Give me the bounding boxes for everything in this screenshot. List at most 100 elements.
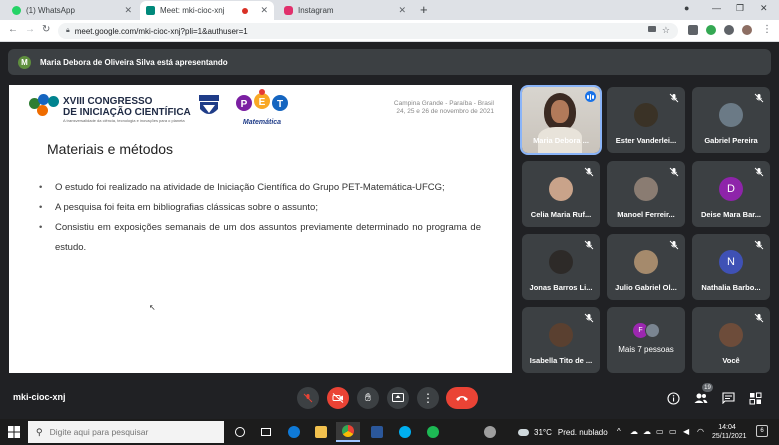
extension-icon[interactable] bbox=[706, 25, 716, 35]
more-options-button[interactable]: ⋮ bbox=[417, 387, 439, 409]
menu-dots-icon: ⋮ bbox=[422, 391, 434, 405]
slide-bullet: O estudo foi realizado na atividade de I… bbox=[39, 178, 481, 198]
mic-off-icon bbox=[584, 313, 594, 323]
participant-tile[interactable]: Julio Gabriel Ol... bbox=[607, 234, 685, 300]
avatar bbox=[634, 177, 658, 201]
mic-toggle-button[interactable] bbox=[297, 387, 319, 409]
cortana-button[interactable] bbox=[228, 422, 252, 442]
taskbar-app-spotify[interactable] bbox=[421, 422, 445, 442]
taskbar-app-word[interactable] bbox=[365, 422, 389, 442]
close-icon[interactable]: ✕ bbox=[124, 5, 132, 16]
participant-tile[interactable]: Gabriel Pereira bbox=[692, 87, 770, 153]
chrome-icon bbox=[342, 425, 354, 437]
new-tab-button[interactable]: + bbox=[420, 2, 428, 17]
participant-name: Gabriel Pereira bbox=[704, 136, 758, 145]
meeting-code: mki-cioc-xnj bbox=[13, 392, 66, 402]
avatar bbox=[719, 323, 743, 347]
minimize-button[interactable]: — bbox=[712, 3, 721, 13]
search-icon: ⚲ bbox=[36, 426, 43, 437]
tab-whatsapp[interactable]: (1) WhatsApp ✕ bbox=[6, 1, 138, 20]
activities-button[interactable] bbox=[747, 390, 763, 406]
puzzle-icon[interactable] bbox=[724, 25, 734, 35]
self-tile[interactable]: Você bbox=[692, 307, 770, 373]
taskbar-app-chrome[interactable] bbox=[336, 422, 360, 442]
more-participants-tile[interactable]: F Mais 7 pessoas bbox=[607, 307, 685, 373]
more-participants-label: Mais 7 pessoas bbox=[618, 345, 674, 354]
folder-icon bbox=[315, 426, 327, 438]
forward-button[interactable]: → bbox=[25, 24, 35, 35]
task-view-icon bbox=[261, 428, 271, 436]
notification-center-button[interactable]: 6 bbox=[756, 425, 768, 437]
participant-tile[interactable]: Jonas Barros Li... bbox=[522, 234, 600, 300]
participant-tile[interactable]: Isabella Tito de ... bbox=[522, 307, 600, 373]
url-bar[interactable]: 🔒︎ meet.google.com/mki-cioc-xnj?pli=1&au… bbox=[58, 23, 678, 39]
network-icon[interactable]: ▭ bbox=[656, 427, 664, 436]
search-input[interactable] bbox=[49, 427, 210, 437]
people-button[interactable] bbox=[693, 390, 709, 406]
windows-start-icon[interactable] bbox=[8, 426, 20, 438]
reload-button[interactable]: ↻ bbox=[42, 24, 50, 35]
taskbar-app-avatar[interactable] bbox=[478, 422, 502, 442]
chevron-up-icon[interactable]: ^ bbox=[617, 427, 621, 436]
windows-taskbar: ⚲ 31°C Pred. nublado ^ ☁ ☁ ▭ ▭ ◀︎ ◠ 14:0… bbox=[0, 419, 779, 445]
congress-subtitle: A transversalidade da ciência, tecnologi… bbox=[63, 118, 185, 123]
participant-name: Você bbox=[722, 356, 740, 365]
tab-search-icon[interactable]: ● bbox=[684, 3, 689, 13]
maximize-button[interactable]: ❐ bbox=[736, 3, 744, 14]
presenter-banner: M Maria Debora de Oliveira Silva está ap… bbox=[8, 49, 771, 75]
taskbar-app-explorer[interactable] bbox=[309, 422, 333, 442]
taskbar-app-edge[interactable] bbox=[282, 422, 306, 442]
present-icon bbox=[392, 393, 404, 402]
raise-hand-button[interactable]: ✋︎ bbox=[357, 387, 379, 409]
event-info: Campina Grande - Paraíba - Brasil 24, 25… bbox=[393, 100, 494, 115]
system-clock[interactable]: 14:04 25/11/2021 bbox=[712, 423, 747, 441]
back-button[interactable]: ← bbox=[8, 24, 18, 35]
tab-instagram[interactable]: Instagram ✕ bbox=[278, 1, 412, 20]
close-icon[interactable]: ✕ bbox=[398, 5, 406, 16]
slide-bullet: Consistiu em exposições semanais de um d… bbox=[39, 218, 481, 258]
close-window-button[interactable]: ✕ bbox=[760, 3, 768, 14]
url-text: meet.google.com/mki-cioc-xnj?pli=1&authu… bbox=[74, 26, 248, 36]
camera-indicator-icon[interactable] bbox=[648, 26, 656, 32]
meet-icon bbox=[146, 6, 155, 15]
spotify-icon bbox=[427, 426, 439, 438]
profile-avatar[interactable] bbox=[742, 25, 752, 35]
mic-off-icon bbox=[303, 393, 313, 403]
slide-title: Materiais e métodos bbox=[47, 141, 174, 157]
participant-tile[interactable]: Ester Vanderlei... bbox=[607, 87, 685, 153]
volume-icon[interactable]: ◀︎ bbox=[683, 427, 689, 436]
leave-call-button[interactable] bbox=[446, 387, 478, 409]
participant-tile[interactable]: Manoel Ferreir... bbox=[607, 161, 685, 227]
participant-tile[interactable]: Celia Maria Ruf... bbox=[522, 161, 600, 227]
mic-off-icon bbox=[669, 240, 679, 250]
mic-off-icon bbox=[584, 240, 594, 250]
lock-icon: 🔒︎ bbox=[66, 27, 70, 34]
hang-up-icon bbox=[456, 396, 468, 401]
participant-name: Nathalia Barbo... bbox=[701, 283, 761, 292]
edge-icon bbox=[288, 426, 300, 438]
stacked-avatars: F bbox=[633, 323, 663, 339]
extension-icon[interactable] bbox=[688, 25, 698, 35]
star-icon[interactable]: ☆ bbox=[662, 25, 670, 36]
chat-button[interactable] bbox=[720, 390, 736, 406]
task-view-button[interactable] bbox=[254, 422, 278, 442]
taskbar-app-skype[interactable] bbox=[393, 422, 417, 442]
monitor-icon[interactable]: ▭ bbox=[669, 427, 677, 436]
svg-text:T: T bbox=[277, 99, 283, 110]
close-icon[interactable]: ✕ bbox=[260, 5, 268, 16]
menu-dots-icon[interactable]: ⋮ bbox=[762, 24, 772, 35]
meeting-details-button[interactable] bbox=[665, 390, 681, 406]
taskbar-search[interactable]: ⚲ bbox=[28, 421, 224, 443]
tab-meet[interactable]: Meet: mki-cioc-xnj ✕ bbox=[140, 1, 274, 20]
wifi-icon[interactable]: ◠ bbox=[697, 427, 704, 436]
cloud-icon[interactable]: ☁ bbox=[643, 427, 651, 436]
present-screen-button[interactable] bbox=[387, 387, 409, 409]
cloud-icon[interactable]: ☁ bbox=[630, 427, 638, 436]
participant-name: Manoel Ferreir... bbox=[617, 210, 675, 219]
chat-icon bbox=[721, 392, 735, 404]
participant-tile[interactable]: Maria Debora ... bbox=[520, 85, 602, 155]
camera-toggle-button[interactable] bbox=[327, 387, 349, 409]
participant-tile[interactable]: N Nathalia Barbo... bbox=[692, 234, 770, 300]
participant-tile[interactable]: D Deise Mara Bar... bbox=[692, 161, 770, 227]
weather-widget[interactable]: 31°C Pred. nublado bbox=[518, 428, 608, 437]
